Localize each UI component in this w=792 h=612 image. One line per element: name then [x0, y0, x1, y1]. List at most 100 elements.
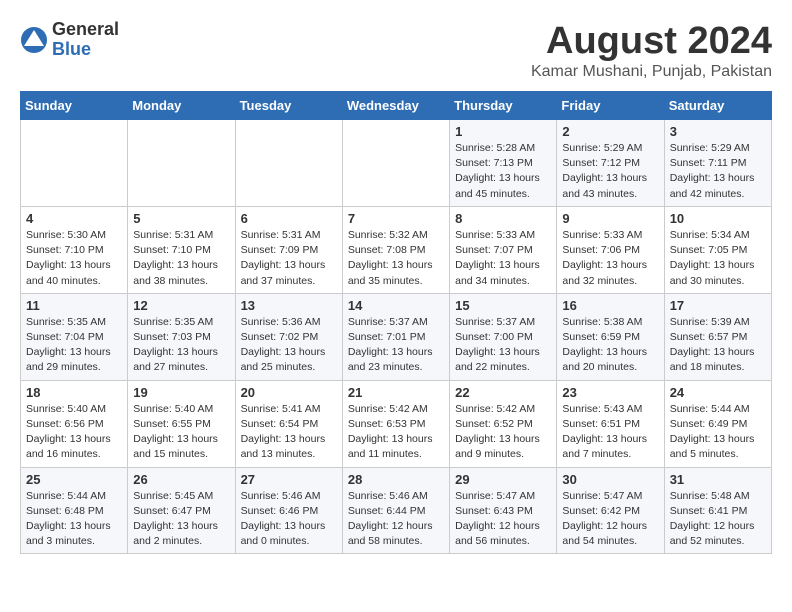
day-number: 19 [133, 385, 229, 400]
day-info: Sunrise: 5:41 AM Sunset: 6:54 PM Dayligh… [241, 402, 337, 463]
day-number: 14 [348, 298, 444, 313]
calendar-cell: 13 Sunrise: 5:36 AM Sunset: 7:02 PM Dayli… [235, 293, 342, 380]
calendar-cell: 3 Sunrise: 5:29 AM Sunset: 7:11 PM Daylig… [664, 120, 771, 207]
calendar-cell: 16 Sunrise: 5:38 AM Sunset: 6:59 PM Dayli… [557, 293, 664, 380]
calendar-cell: 5Sunrise: 5:31 AM Sunset: 7:10 PM Daylig… [128, 206, 235, 293]
page-header: General Blue August 2024 Kamar Mushani, … [20, 20, 772, 81]
day-number: 3 [670, 124, 766, 139]
logo-general: General [52, 20, 119, 40]
calendar-cell: 17Sunrise: 5:39 AM Sunset: 6:57 PM Dayli… [664, 293, 771, 380]
day-info: Sunrise: 5:46 AM Sunset: 6:46 PM Dayligh… [241, 489, 337, 550]
day-number: 4 [26, 211, 122, 226]
calendar-cell [21, 120, 128, 207]
day-info: Sunrise: 5:35 AM Sunset: 7:04 PM Dayligh… [26, 315, 122, 376]
day-number: 21 [348, 385, 444, 400]
day-info: Sunrise: 5:36 AM Sunset: 7:02 PM Dayligh… [241, 315, 337, 376]
calendar-cell: 23 Sunrise: 5:43 AM Sunset: 6:51 PM Dayli… [557, 380, 664, 467]
calendar-cell: 28 Sunrise: 5:46 AM Sunset: 6:44 PM Dayli… [342, 467, 449, 554]
day-info: Sunrise: 5:43 AM Sunset: 6:51 PM Dayligh… [562, 402, 658, 463]
day-info: Sunrise: 5:46 AM Sunset: 6:44 PM Dayligh… [348, 489, 444, 550]
day-info: Sunrise: 5:29 AM Sunset: 7:12 PM Dayligh… [562, 141, 658, 202]
day-header-monday: Monday [128, 92, 235, 120]
day-header-friday: Friday [557, 92, 664, 120]
logo-blue: Blue [52, 40, 119, 60]
day-header-tuesday: Tuesday [235, 92, 342, 120]
day-number: 12 [133, 298, 229, 313]
day-number: 6 [241, 211, 337, 226]
day-number: 7 [348, 211, 444, 226]
day-number: 25 [26, 472, 122, 487]
calendar-cell: 11 Sunrise: 5:35 AM Sunset: 7:04 PM Dayli… [21, 293, 128, 380]
day-number: 20 [241, 385, 337, 400]
day-number: 26 [133, 472, 229, 487]
day-info: Sunrise: 5:31 AM Sunset: 7:09 PM Dayligh… [241, 228, 337, 289]
day-number: 24 [670, 385, 766, 400]
day-number: 2 [562, 124, 658, 139]
day-header-thursday: Thursday [450, 92, 557, 120]
day-number: 13 [241, 298, 337, 313]
day-info: Sunrise: 5:33 AM Sunset: 7:07 PM Dayligh… [455, 228, 551, 289]
week-row-2: 4 Sunrise: 5:30 AM Sunset: 7:10 PM Daylig… [21, 206, 772, 293]
calendar-cell: 27Sunrise: 5:46 AM Sunset: 6:46 PM Dayli… [235, 467, 342, 554]
calendar-cell [128, 120, 235, 207]
header-row: SundayMondayTuesdayWednesdayThursdayFrid… [21, 92, 772, 120]
calendar-cell: 19 Sunrise: 5:40 AM Sunset: 6:55 PM Dayli… [128, 380, 235, 467]
day-info: Sunrise: 5:35 AM Sunset: 7:03 PM Dayligh… [133, 315, 229, 376]
day-info: Sunrise: 5:40 AM Sunset: 6:55 PM Dayligh… [133, 402, 229, 463]
day-number: 29 [455, 472, 551, 487]
calendar-cell: 24 Sunrise: 5:44 AM Sunset: 6:49 PM Dayli… [664, 380, 771, 467]
week-row-4: 18 Sunrise: 5:40 AM Sunset: 6:56 PM Dayli… [21, 380, 772, 467]
day-header-wednesday: Wednesday [342, 92, 449, 120]
day-info: Sunrise: 5:44 AM Sunset: 6:48 PM Dayligh… [26, 489, 122, 550]
title-block: August 2024 Kamar Mushani, Punjab, Pakis… [531, 20, 772, 81]
day-info: Sunrise: 5:33 AM Sunset: 7:06 PM Dayligh… [562, 228, 658, 289]
week-row-3: 11 Sunrise: 5:35 AM Sunset: 7:04 PM Dayli… [21, 293, 772, 380]
day-info: Sunrise: 5:28 AM Sunset: 7:13 PM Dayligh… [455, 141, 551, 202]
logo-icon [20, 26, 48, 54]
calendar-cell: 30 Sunrise: 5:47 AM Sunset: 6:42 PM Dayli… [557, 467, 664, 554]
calendar-cell: 22Sunrise: 5:42 AM Sunset: 6:52 PM Dayli… [450, 380, 557, 467]
day-info: Sunrise: 5:47 AM Sunset: 6:42 PM Dayligh… [562, 489, 658, 550]
calendar-cell: 9 Sunrise: 5:33 AM Sunset: 7:06 PM Daylig… [557, 206, 664, 293]
calendar-cell: 31Sunrise: 5:48 AM Sunset: 6:41 PM Dayli… [664, 467, 771, 554]
day-number: 17 [670, 298, 766, 313]
calendar-cell [342, 120, 449, 207]
day-info: Sunrise: 5:37 AM Sunset: 7:00 PM Dayligh… [455, 315, 551, 376]
calendar-cell: 10 Sunrise: 5:34 AM Sunset: 7:05 PM Dayli… [664, 206, 771, 293]
day-number: 11 [26, 298, 122, 313]
calendar-subtitle: Kamar Mushani, Punjab, Pakistan [531, 63, 772, 81]
day-info: Sunrise: 5:44 AM Sunset: 6:49 PM Dayligh… [670, 402, 766, 463]
day-info: Sunrise: 5:45 AM Sunset: 6:47 PM Dayligh… [133, 489, 229, 550]
logo: General Blue [20, 20, 119, 60]
week-row-1: 1 Sunrise: 5:28 AM Sunset: 7:13 PM Daylig… [21, 120, 772, 207]
calendar-cell: 29Sunrise: 5:47 AM Sunset: 6:43 PM Dayli… [450, 467, 557, 554]
week-row-5: 25 Sunrise: 5:44 AM Sunset: 6:48 PM Dayli… [21, 467, 772, 554]
calendar-cell: 26 Sunrise: 5:45 AM Sunset: 6:47 PM Dayli… [128, 467, 235, 554]
calendar-cell: 21 Sunrise: 5:42 AM Sunset: 6:53 PM Dayli… [342, 380, 449, 467]
day-number: 18 [26, 385, 122, 400]
day-number: 23 [562, 385, 658, 400]
day-info: Sunrise: 5:40 AM Sunset: 6:56 PM Dayligh… [26, 402, 122, 463]
day-number: 9 [562, 211, 658, 226]
day-header-saturday: Saturday [664, 92, 771, 120]
day-number: 30 [562, 472, 658, 487]
day-number: 1 [455, 124, 551, 139]
calendar-table: SundayMondayTuesdayWednesdayThursdayFrid… [20, 91, 772, 554]
day-info: Sunrise: 5:38 AM Sunset: 6:59 PM Dayligh… [562, 315, 658, 376]
calendar-cell: 6 Sunrise: 5:31 AM Sunset: 7:09 PM Daylig… [235, 206, 342, 293]
day-info: Sunrise: 5:30 AM Sunset: 7:10 PM Dayligh… [26, 228, 122, 289]
day-info: Sunrise: 5:34 AM Sunset: 7:05 PM Dayligh… [670, 228, 766, 289]
day-info: Sunrise: 5:29 AM Sunset: 7:11 PM Dayligh… [670, 141, 766, 202]
logo-text: General Blue [52, 20, 119, 60]
day-number: 22 [455, 385, 551, 400]
day-info: Sunrise: 5:42 AM Sunset: 6:53 PM Dayligh… [348, 402, 444, 463]
calendar-cell: 2 Sunrise: 5:29 AM Sunset: 7:12 PM Daylig… [557, 120, 664, 207]
day-info: Sunrise: 5:37 AM Sunset: 7:01 PM Dayligh… [348, 315, 444, 376]
calendar-title: August 2024 [531, 20, 772, 63]
day-number: 8 [455, 211, 551, 226]
day-number: 10 [670, 211, 766, 226]
day-number: 15 [455, 298, 551, 313]
day-info: Sunrise: 5:48 AM Sunset: 6:41 PM Dayligh… [670, 489, 766, 550]
day-number: 16 [562, 298, 658, 313]
day-number: 28 [348, 472, 444, 487]
